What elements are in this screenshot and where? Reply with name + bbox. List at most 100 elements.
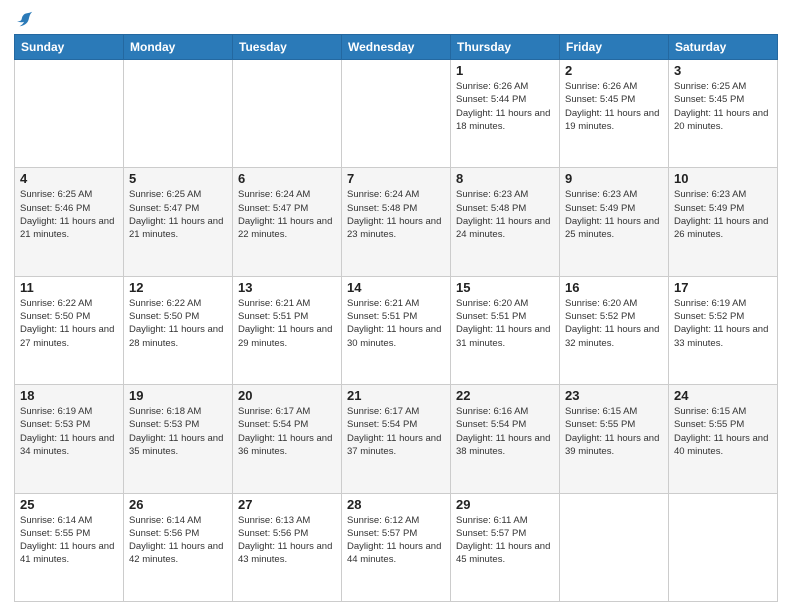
calendar-cell: 11 Sunrise: 6:22 AM Sunset: 5:50 PM Dayli…	[15, 276, 124, 384]
day-number: 16	[565, 280, 663, 295]
day-info: Sunrise: 6:21 AM Sunset: 5:51 PM Dayligh…	[347, 297, 445, 350]
page: SundayMondayTuesdayWednesdayThursdayFrid…	[0, 0, 792, 612]
day-number: 8	[456, 171, 554, 186]
header-tuesday: Tuesday	[233, 35, 342, 60]
calendar-cell: 23 Sunrise: 6:15 AM Sunset: 5:55 PM Dayli…	[560, 385, 669, 493]
day-info: Sunrise: 6:23 AM Sunset: 5:49 PM Dayligh…	[565, 188, 663, 241]
day-number: 25	[20, 497, 118, 512]
header-thursday: Thursday	[451, 35, 560, 60]
day-info: Sunrise: 6:17 AM Sunset: 5:54 PM Dayligh…	[238, 405, 336, 458]
calendar-cell	[15, 60, 124, 168]
day-number: 5	[129, 171, 227, 186]
header-sunday: Sunday	[15, 35, 124, 60]
day-info: Sunrise: 6:14 AM Sunset: 5:55 PM Dayligh…	[20, 514, 118, 567]
day-info: Sunrise: 6:21 AM Sunset: 5:51 PM Dayligh…	[238, 297, 336, 350]
day-number: 29	[456, 497, 554, 512]
day-info: Sunrise: 6:19 AM Sunset: 5:53 PM Dayligh…	[20, 405, 118, 458]
day-number: 12	[129, 280, 227, 295]
logo-bird-icon	[16, 10, 34, 28]
day-number: 3	[674, 63, 772, 78]
day-info: Sunrise: 6:26 AM Sunset: 5:45 PM Dayligh…	[565, 80, 663, 133]
calendar-cell: 28 Sunrise: 6:12 AM Sunset: 5:57 PM Dayli…	[342, 493, 451, 601]
day-info: Sunrise: 6:20 AM Sunset: 5:51 PM Dayligh…	[456, 297, 554, 350]
calendar-cell: 16 Sunrise: 6:20 AM Sunset: 5:52 PM Dayli…	[560, 276, 669, 384]
header-wednesday: Wednesday	[342, 35, 451, 60]
day-info: Sunrise: 6:12 AM Sunset: 5:57 PM Dayligh…	[347, 514, 445, 567]
calendar-cell: 19Sunrise: 6:18 AM Sunset: 5:53 PM Dayli…	[124, 385, 233, 493]
header-saturday: Saturday	[669, 35, 778, 60]
day-number: 27	[238, 497, 336, 512]
calendar-cell: 3Sunrise: 6:25 AM Sunset: 5:45 PM Daylig…	[669, 60, 778, 168]
day-number: 26	[129, 497, 227, 512]
day-number: 4	[20, 171, 118, 186]
calendar-cell: 13 Sunrise: 6:21 AM Sunset: 5:51 PM Dayli…	[233, 276, 342, 384]
day-info: Sunrise: 6:23 AM Sunset: 5:48 PM Dayligh…	[456, 188, 554, 241]
day-number: 1	[456, 63, 554, 78]
day-info: Sunrise: 6:19 AM Sunset: 5:52 PM Dayligh…	[674, 297, 772, 350]
day-info: Sunrise: 6:11 AM Sunset: 5:57 PM Dayligh…	[456, 514, 554, 567]
week-row-1: 4 Sunrise: 6:25 AM Sunset: 5:46 PM Daylig…	[15, 168, 778, 276]
day-info: Sunrise: 6:22 AM Sunset: 5:50 PM Dayligh…	[20, 297, 118, 350]
calendar-cell	[233, 60, 342, 168]
calendar-cell	[560, 493, 669, 601]
day-number: 7	[347, 171, 445, 186]
calendar-cell: 25 Sunrise: 6:14 AM Sunset: 5:55 PM Dayli…	[15, 493, 124, 601]
calendar-cell	[669, 493, 778, 601]
day-info: Sunrise: 6:15 AM Sunset: 5:55 PM Dayligh…	[674, 405, 772, 458]
calendar-cell: 20 Sunrise: 6:17 AM Sunset: 5:54 PM Dayli…	[233, 385, 342, 493]
day-number: 17	[674, 280, 772, 295]
header-friday: Friday	[560, 35, 669, 60]
header	[14, 10, 778, 28]
day-number: 2	[565, 63, 663, 78]
day-info: Sunrise: 6:13 AM Sunset: 5:56 PM Dayligh…	[238, 514, 336, 567]
calendar-cell: 15 Sunrise: 6:20 AM Sunset: 5:51 PM Dayli…	[451, 276, 560, 384]
calendar-cell: 9Sunrise: 6:23 AM Sunset: 5:49 PM Daylig…	[560, 168, 669, 276]
day-number: 13	[238, 280, 336, 295]
day-info: Sunrise: 6:14 AM Sunset: 5:56 PM Dayligh…	[129, 514, 227, 567]
calendar-cell: 12 Sunrise: 6:22 AM Sunset: 5:50 PM Dayli…	[124, 276, 233, 384]
day-info: Sunrise: 6:26 AM Sunset: 5:44 PM Dayligh…	[456, 80, 554, 133]
calendar-cell: 6Sunrise: 6:24 AM Sunset: 5:47 PM Daylig…	[233, 168, 342, 276]
week-row-2: 11 Sunrise: 6:22 AM Sunset: 5:50 PM Dayli…	[15, 276, 778, 384]
day-number: 22	[456, 388, 554, 403]
week-row-4: 25 Sunrise: 6:14 AM Sunset: 5:55 PM Dayli…	[15, 493, 778, 601]
day-info: Sunrise: 6:25 AM Sunset: 5:47 PM Dayligh…	[129, 188, 227, 241]
calendar-cell: 4 Sunrise: 6:25 AM Sunset: 5:46 PM Daylig…	[15, 168, 124, 276]
day-info: Sunrise: 6:20 AM Sunset: 5:52 PM Dayligh…	[565, 297, 663, 350]
logo	[14, 10, 34, 28]
day-info: Sunrise: 6:15 AM Sunset: 5:55 PM Dayligh…	[565, 405, 663, 458]
day-info: Sunrise: 6:17 AM Sunset: 5:54 PM Dayligh…	[347, 405, 445, 458]
calendar-cell: 14 Sunrise: 6:21 AM Sunset: 5:51 PM Dayli…	[342, 276, 451, 384]
day-number: 14	[347, 280, 445, 295]
day-number: 15	[456, 280, 554, 295]
day-info: Sunrise: 6:24 AM Sunset: 5:48 PM Dayligh…	[347, 188, 445, 241]
day-number: 28	[347, 497, 445, 512]
calendar-cell: 1 Sunrise: 6:26 AM Sunset: 5:44 PM Daylig…	[451, 60, 560, 168]
day-number: 23	[565, 388, 663, 403]
calendar-cell: 10Sunrise: 6:23 AM Sunset: 5:49 PM Dayli…	[669, 168, 778, 276]
calendar-cell: 29 Sunrise: 6:11 AM Sunset: 5:57 PM Dayli…	[451, 493, 560, 601]
calendar-table: SundayMondayTuesdayWednesdayThursdayFrid…	[14, 34, 778, 602]
day-info: Sunrise: 6:24 AM Sunset: 5:47 PM Dayligh…	[238, 188, 336, 241]
day-number: 18	[20, 388, 118, 403]
day-number: 21	[347, 388, 445, 403]
calendar-cell: 24 Sunrise: 6:15 AM Sunset: 5:55 PM Dayli…	[669, 385, 778, 493]
week-row-3: 18 Sunrise: 6:19 AM Sunset: 5:53 PM Dayli…	[15, 385, 778, 493]
calendar-cell	[124, 60, 233, 168]
day-info: Sunrise: 6:16 AM Sunset: 5:54 PM Dayligh…	[456, 405, 554, 458]
calendar-header-row: SundayMondayTuesdayWednesdayThursdayFrid…	[15, 35, 778, 60]
logo-text	[14, 10, 34, 28]
calendar-cell: 22 Sunrise: 6:16 AM Sunset: 5:54 PM Dayli…	[451, 385, 560, 493]
calendar-cell: 8 Sunrise: 6:23 AM Sunset: 5:48 PM Daylig…	[451, 168, 560, 276]
calendar-cell	[342, 60, 451, 168]
week-row-0: 1 Sunrise: 6:26 AM Sunset: 5:44 PM Daylig…	[15, 60, 778, 168]
day-info: Sunrise: 6:23 AM Sunset: 5:49 PM Dayligh…	[674, 188, 772, 241]
day-info: Sunrise: 6:22 AM Sunset: 5:50 PM Dayligh…	[129, 297, 227, 350]
calendar-cell: 17 Sunrise: 6:19 AM Sunset: 5:52 PM Dayli…	[669, 276, 778, 384]
day-number: 11	[20, 280, 118, 295]
day-info: Sunrise: 6:25 AM Sunset: 5:46 PM Dayligh…	[20, 188, 118, 241]
day-number: 20	[238, 388, 336, 403]
calendar-cell: 2 Sunrise: 6:26 AM Sunset: 5:45 PM Daylig…	[560, 60, 669, 168]
day-number: 24	[674, 388, 772, 403]
calendar-cell: 7 Sunrise: 6:24 AM Sunset: 5:48 PM Daylig…	[342, 168, 451, 276]
